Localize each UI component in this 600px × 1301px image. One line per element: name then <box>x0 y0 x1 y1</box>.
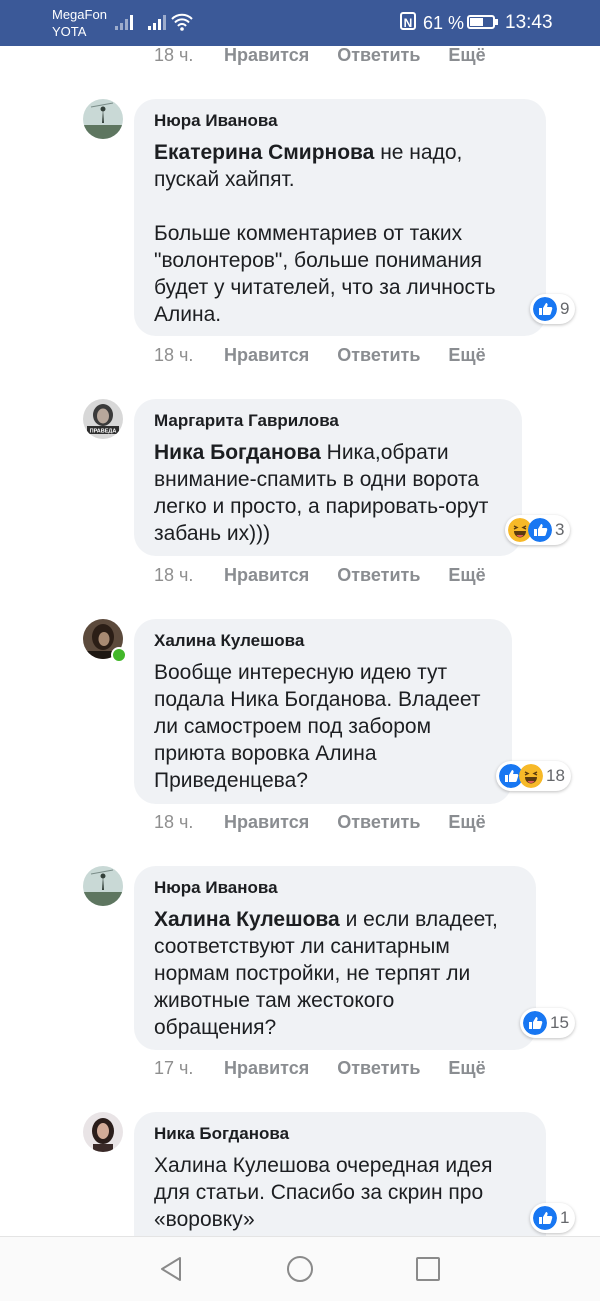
battery-percent: 61 % <box>423 13 465 33</box>
like-link[interactable]: Нравится <box>224 45 309 66</box>
reactions-badge[interactable]: 9 <box>530 294 576 324</box>
comment-bubble: Нюра Иванова Халина Кулешова и если влад… <box>134 866 536 1050</box>
comment-text: Екатерина Смирнова не надо, пускай хайпя… <box>154 139 526 328</box>
nfc-icon: N <box>400 12 416 30</box>
comment-bubble: Маргарита Гаврилова Ника Богданова Ника,… <box>134 399 522 556</box>
like-reaction-icon <box>533 1206 557 1230</box>
more-link[interactable]: Ещё <box>448 345 485 366</box>
like-link[interactable]: Нравится <box>224 812 309 833</box>
comment-time: 18 ч. <box>154 811 194 832</box>
more-link[interactable]: Ещё <box>448 45 485 66</box>
recents-icon[interactable] <box>415 1256 441 1282</box>
reaction-count: 15 <box>550 1013 569 1032</box>
like-reaction-icon <box>528 518 552 542</box>
reaction-count: 9 <box>560 299 570 318</box>
clock: 13:43 <box>505 12 553 33</box>
comment-bubble: Ника Богданова Халина Кулешова очередная… <box>134 1112 546 1236</box>
comment-text: Ника Богданова Ника,обрати внимание-спам… <box>154 439 502 547</box>
battery-tip <box>495 19 498 25</box>
like-link[interactable]: Нравится <box>224 1058 309 1079</box>
comment-time: 17 ч. <box>154 1057 194 1078</box>
comment-author[interactable]: Ника Богданова <box>154 1123 526 1145</box>
reactions-badge[interactable]: 3 <box>505 515 571 545</box>
reply-link[interactable]: Ответить <box>337 812 420 833</box>
carrier-top: MegaFon <box>52 7 107 22</box>
more-link[interactable]: Ещё <box>448 1058 485 1079</box>
comment-time: 18 ч. <box>154 564 194 585</box>
action-row: 18 ч. Нравится Ответить Ещё <box>154 340 514 370</box>
like-link[interactable]: Нравится <box>224 345 309 366</box>
reactions-badge[interactable]: 18 <box>496 761 571 791</box>
reply-link[interactable]: Ответить <box>337 345 420 366</box>
reply-link[interactable]: Ответить <box>337 565 420 586</box>
reply-link[interactable]: Ответить <box>337 1058 420 1079</box>
avatar[interactable] <box>83 1112 123 1152</box>
battery-icon <box>467 15 495 29</box>
comment-text: Вообще интересную идею тут подала Ника Б… <box>154 661 481 792</box>
online-status-icon <box>111 647 127 663</box>
comment-author[interactable]: Халина Кулешова <box>154 630 492 652</box>
action-row: 17 ч. Нравится Ответить Ещё <box>154 1053 514 1083</box>
comment-time: 18 ч. <box>154 44 194 65</box>
signal-icon <box>115 14 133 30</box>
avatar[interactable] <box>83 99 123 139</box>
home-icon[interactable] <box>286 1255 314 1283</box>
reply-link[interactable]: Ответить <box>337 45 420 66</box>
reaction-count: 1 <box>560 1208 570 1227</box>
more-link[interactable]: Ещё <box>448 565 485 586</box>
comment-bubble: Нюра Иванова Екатерина Смирнова не надо,… <box>134 99 546 336</box>
mention-link[interactable]: Ника Богданова <box>154 441 321 464</box>
action-row: 18 ч. Нравится Ответить Ещё <box>154 560 514 590</box>
carrier-label: MegaFon YOTA <box>52 6 107 40</box>
avatar[interactable] <box>83 866 123 906</box>
signal-icon-2 <box>148 14 166 30</box>
avatar[interactable]: ПРАВЕДА <box>83 399 123 439</box>
avatar-caption: ПРАВЕДА <box>90 429 117 435</box>
like-reaction-icon <box>523 1011 547 1035</box>
reactions-badge[interactable]: 1 <box>530 1203 576 1233</box>
reaction-count: 18 <box>546 766 565 785</box>
comment-author[interactable]: Нюра Иванова <box>154 877 516 899</box>
comment-author[interactable]: Маргарита Гаврилова <box>154 410 502 432</box>
battery-fill <box>470 18 483 26</box>
comment-text: Халина Кулешова и если владеет, соответс… <box>154 906 516 1041</box>
action-row-top: 18 ч. Нравится Ответить Ещё <box>154 40 514 70</box>
like-link[interactable]: Нравится <box>224 565 309 586</box>
haha-reaction-icon <box>519 764 543 788</box>
reactions-badge[interactable]: 15 <box>520 1008 575 1038</box>
like-reaction-icon <box>533 297 557 321</box>
mention-link[interactable]: Екатерина Смирнова <box>154 141 374 164</box>
more-link[interactable]: Ещё <box>448 812 485 833</box>
comment-author[interactable]: Нюра Иванова <box>154 110 526 132</box>
comment-bubble: Халина Кулешова Вообще интересную идею т… <box>134 619 512 804</box>
comment-text: Халина Кулешова очередная идея для стать… <box>154 1154 493 1231</box>
wifi-icon <box>171 13 193 31</box>
mention-link[interactable]: Халина Кулешова <box>154 908 340 931</box>
carrier-bottom: YOTA <box>52 24 87 39</box>
back-icon[interactable] <box>158 1255 184 1283</box>
navigation-bar <box>0 1236 600 1301</box>
comment-body: не надо, пускай хайпят. Больше комментар… <box>154 141 496 326</box>
reaction-count: 3 <box>555 520 565 539</box>
comment-time: 18 ч. <box>154 344 194 365</box>
action-row: 18 ч. Нравится Ответить Ещё <box>154 807 514 837</box>
